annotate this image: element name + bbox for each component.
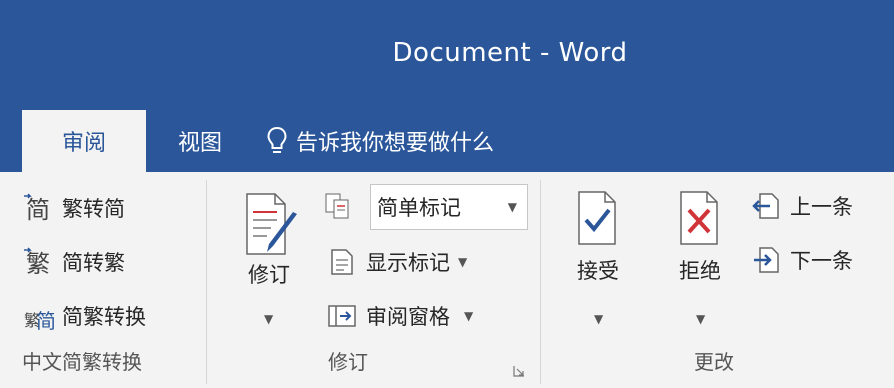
simp-to-trad-icon: 繁 bbox=[24, 247, 50, 278]
track-changes-label: 修订 bbox=[248, 263, 290, 287]
chevron-down-icon: ▼ bbox=[507, 200, 517, 214]
previous-change-button[interactable]: 上一条 bbox=[750, 190, 853, 222]
simp-trad-convert-button[interactable]: 繁 简 简繁转换 bbox=[22, 300, 146, 332]
accept-icon bbox=[578, 191, 616, 245]
simp-trad-convert-label: 简繁转换 bbox=[62, 305, 146, 329]
group-separator bbox=[540, 180, 541, 384]
group-label-chinese-conversion: 中文简繁转换 bbox=[22, 350, 142, 374]
group-separator bbox=[206, 180, 207, 384]
reviewing-pane-button[interactable]: 审阅窗格 ▼ bbox=[326, 300, 473, 332]
chevron-down-icon: ▼ bbox=[464, 309, 474, 323]
accept-button[interactable]: 接受 bbox=[566, 188, 630, 285]
dialog-launcher-icon[interactable] bbox=[512, 364, 526, 378]
group-label-changes: 更改 bbox=[694, 350, 734, 374]
previous-change-label: 上一条 bbox=[790, 195, 853, 219]
show-markup-button[interactable]: 显示标记 ▼ bbox=[326, 246, 467, 278]
show-markup-icon bbox=[331, 249, 353, 275]
group-label-tracking: 修订 bbox=[328, 350, 368, 374]
title-bar: Document - Word bbox=[0, 0, 894, 110]
tell-me-search[interactable]: 告诉我你想要做什么 bbox=[296, 110, 494, 172]
show-markup-label: 显示标记 bbox=[366, 251, 450, 275]
ribbon-tab-bar: 审阅 视图 告诉我你想要做什么 bbox=[0, 110, 894, 172]
next-change-button[interactable]: 下一条 bbox=[750, 244, 853, 276]
window-title: Document - Word bbox=[392, 38, 628, 68]
next-change-icon bbox=[754, 247, 779, 273]
next-change-label: 下一条 bbox=[790, 249, 853, 273]
lightbulb-icon bbox=[267, 126, 287, 153]
trad-to-simp-icon: 简 bbox=[24, 193, 50, 224]
reviewing-pane-label: 审阅窗格 bbox=[366, 305, 450, 329]
simp-trad-convert-icon: 繁 简 bbox=[24, 309, 54, 332]
simp-to-trad-label: 简转繁 bbox=[62, 251, 125, 275]
accept-label: 接受 bbox=[577, 259, 619, 283]
accept-dropdown-icon[interactable]: ▼ bbox=[594, 312, 603, 326]
track-changes-button[interactable]: 修订 bbox=[234, 190, 304, 289]
reject-button[interactable]: 拒绝 bbox=[668, 188, 732, 285]
chevron-down-icon: ▼ bbox=[458, 255, 468, 269]
tab-review[interactable]: 审阅 bbox=[22, 110, 146, 172]
reject-dropdown-icon[interactable]: ▼ bbox=[696, 312, 705, 326]
reviewing-pane-icon bbox=[328, 305, 356, 327]
reject-icon bbox=[680, 191, 718, 245]
track-changes-dropdown-icon[interactable]: ▼ bbox=[264, 312, 273, 326]
svg-text:简: 简 bbox=[36, 309, 54, 332]
tab-view[interactable]: 视图 bbox=[178, 110, 222, 172]
trad-to-simp-button[interactable]: 简 繁转简 bbox=[22, 192, 125, 224]
previous-change-icon bbox=[752, 193, 779, 219]
markup-select[interactable]: 简单标记 ▼ bbox=[370, 184, 528, 230]
track-changes-icon bbox=[246, 193, 297, 255]
svg-text:繁: 繁 bbox=[26, 250, 50, 278]
markup-select-value: 简单标记 bbox=[377, 196, 461, 220]
markup-pages-icon bbox=[325, 193, 349, 219]
markup-type-icon-wrap bbox=[322, 190, 362, 222]
trad-to-simp-label: 繁转简 bbox=[62, 197, 125, 221]
reject-label: 拒绝 bbox=[679, 259, 721, 283]
simp-to-trad-button[interactable]: 繁 简转繁 bbox=[22, 246, 125, 278]
svg-text:简: 简 bbox=[26, 196, 50, 224]
